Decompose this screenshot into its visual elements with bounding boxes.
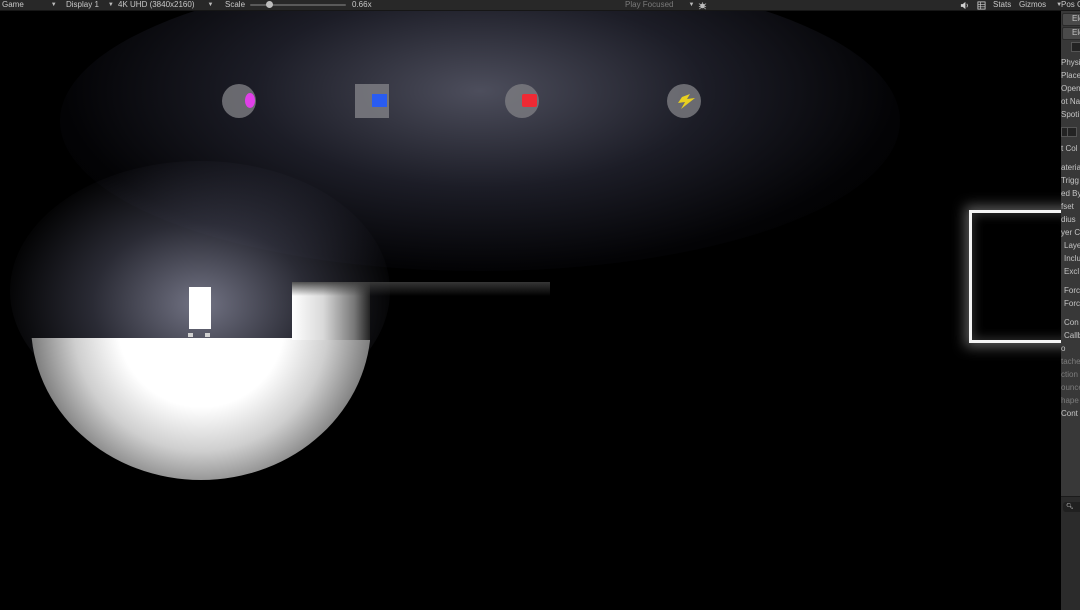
pos-label: Pos C <box>1061 0 1080 9</box>
scale-slider-track[interactable] <box>250 4 346 6</box>
inspector-row: hape <box>1061 396 1079 405</box>
inspector-row: Spoti <box>1061 110 1080 119</box>
view-label: Game <box>2 0 24 9</box>
inspector-row: ed By <box>1061 189 1080 198</box>
inspector-row: Excl <box>1064 267 1080 276</box>
gizmos-label: Gizmos <box>1019 0 1047 9</box>
display-label: Display 1 <box>66 0 99 9</box>
project-panel: 🔍︎ <box>1061 496 1080 610</box>
inspector-row: Ele <box>1072 14 1080 23</box>
player-foot-left <box>188 333 193 337</box>
inspector-row: tache <box>1061 357 1080 366</box>
blue-block-icon <box>355 84 389 118</box>
inspector-row: ounce <box>1061 383 1080 392</box>
scale-label: Scale <box>225 0 246 9</box>
upper-ledge <box>292 282 550 296</box>
view-dropdown[interactable]: Game ▼ <box>2 0 57 10</box>
blue-square <box>372 94 387 107</box>
red-square <box>522 94 537 107</box>
inspector-row: Physi <box>1061 58 1080 67</box>
lightning-bolt-icon <box>678 94 695 109</box>
checkbox[interactable] <box>1071 42 1080 52</box>
speaker-icon[interactable] <box>960 0 969 10</box>
inspector-row: Con <box>1064 318 1079 327</box>
inspector-row: ateria <box>1061 163 1080 172</box>
inspector-row: Cont <box>1061 409 1078 418</box>
red-block-icon <box>505 84 539 118</box>
play-mode-dropdown[interactable]: Play Focused ▼ <box>625 0 694 10</box>
inspector-row: Inclu <box>1064 254 1080 263</box>
player-foot-right <box>205 333 210 337</box>
scale-slider-handle[interactable] <box>266 1 273 8</box>
chevron-down-icon: ▼ <box>50 2 57 8</box>
lit-platform <box>31 338 370 480</box>
play-mode-label: Play Focused <box>625 0 674 9</box>
game-viewport[interactable] <box>0 11 1061 610</box>
inspector-row: Laye <box>1064 241 1080 250</box>
inspector-row: Ele <box>1072 28 1080 37</box>
player-character <box>189 287 211 329</box>
inspector-row: fset <box>1061 202 1074 211</box>
inspector-row: o <box>1061 344 1066 353</box>
inspector-row: t Col <box>1061 144 1078 153</box>
inspector-row: dius <box>1061 215 1076 224</box>
scale-value: 0.66x <box>352 0 372 9</box>
resolution-label: 4K UHD (3840x2160) <box>118 0 195 9</box>
inspector-row: ot Na <box>1061 97 1080 106</box>
inspector-row: ction <box>1061 370 1078 379</box>
resolution-dropdown[interactable]: 4K UHD (3840x2160) ▼ <box>118 0 213 10</box>
gizmos-dropdown[interactable]: Gizmos ▼ <box>1019 0 1062 10</box>
stats-button[interactable]: Stats <box>993 0 1011 10</box>
orb-pill-icon <box>222 84 256 118</box>
chevron-down-icon: ▼ <box>207 2 214 8</box>
inspector-row: Open <box>1061 84 1080 93</box>
grid-icon[interactable] <box>977 0 986 10</box>
display-dropdown[interactable]: Display 1 ▼ <box>66 0 114 10</box>
bug-icon[interactable] <box>698 0 707 10</box>
inspector-panel: Ele Ele Physi Place Open ot Na Spoti t C… <box>1061 11 1080 610</box>
inspector-row: Forc <box>1064 286 1080 295</box>
inspector-row: Trigg <box>1061 176 1079 185</box>
inspector-row: yer C <box>1061 228 1080 237</box>
checkbox[interactable] <box>1067 127 1077 137</box>
lightning-icon <box>667 84 701 118</box>
search-icon: 🔍︎ <box>1066 504 1074 510</box>
inspector-row: Forc <box>1064 299 1080 308</box>
chevron-down-icon: ▼ <box>688 2 695 8</box>
glowing-frame-door <box>969 210 1061 343</box>
game-view-toolbar: Game ▼ Display 1 ▼ 4K UHD (3840x2160) ▼ … <box>0 0 1080 11</box>
chevron-down-icon: ▼ <box>107 2 114 8</box>
search-field[interactable]: 🔍︎ <box>1063 502 1080 512</box>
magenta-pill <box>245 93 255 108</box>
inspector-row: Callb <box>1064 331 1080 340</box>
inspector-row: Place <box>1061 71 1080 80</box>
